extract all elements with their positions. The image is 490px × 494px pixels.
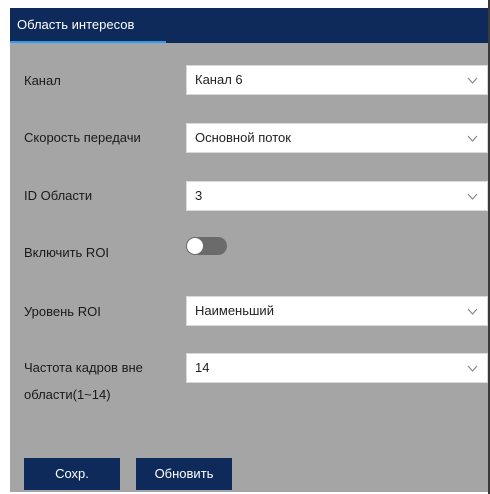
tab-region-of-interest[interactable]: Область интересов — [10, 8, 166, 43]
chevron-down-icon — [467, 135, 478, 142]
channel-label: Канал — [24, 73, 61, 88]
area-id-label: ID Области — [24, 188, 93, 203]
save-button[interactable]: Сохр. — [24, 458, 120, 490]
refresh-button[interactable]: Обновить — [136, 458, 232, 490]
stream-select[interactable]: Основной поток — [186, 123, 488, 153]
channel-select[interactable]: Канал 6 — [186, 65, 488, 95]
tab-label: Область интересов — [17, 17, 135, 32]
toggle-knob — [187, 238, 203, 254]
enable-roi-toggle[interactable] — [186, 237, 227, 255]
chevron-down-icon — [467, 308, 478, 315]
fps-outside-label-line1: Частота кадров вне — [24, 360, 143, 375]
roi-level-select-value: Наименьший — [195, 303, 274, 318]
area-id-select-value: 3 — [195, 188, 203, 203]
chevron-down-icon — [467, 77, 478, 84]
fps-outside-label-line2: области(1~14) — [24, 387, 111, 402]
active-tab-indicator — [10, 41, 166, 43]
panel-header: Область интересов — [10, 8, 488, 43]
chevron-down-icon — [467, 365, 478, 372]
fps-outside-select-value: 14 — [195, 360, 210, 375]
roi-settings-panel: Область интересов Канал Канал 6 Скорость… — [10, 8, 488, 492]
roi-level-select[interactable]: Наименьший — [186, 296, 488, 326]
enable-roi-label: Включить ROI — [24, 245, 110, 260]
stream-label: Скорость передачи — [24, 130, 141, 145]
channel-select-value: Канал 6 — [195, 72, 243, 87]
roi-level-label: Уровень ROI — [24, 304, 101, 319]
area-id-select[interactable]: 3 — [186, 181, 488, 211]
chevron-down-icon — [467, 193, 478, 200]
fps-outside-select[interactable]: 14 — [186, 353, 488, 383]
stream-select-value: Основной поток — [195, 130, 291, 145]
